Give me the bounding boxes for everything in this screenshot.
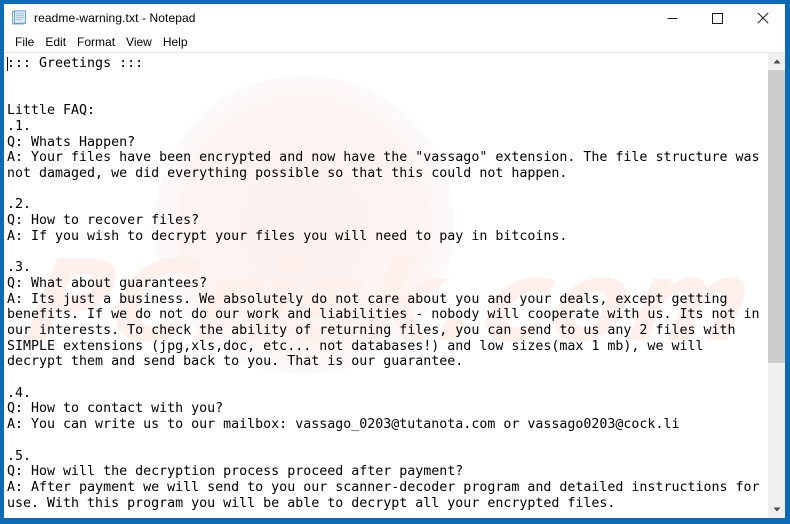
scroll-up-arrow-icon[interactable] bbox=[768, 53, 785, 70]
maximize-button[interactable] bbox=[695, 4, 740, 32]
menu-item-file[interactable]: File bbox=[10, 33, 40, 51]
vertical-scrollbar[interactable] bbox=[767, 53, 785, 518]
menu-item-format[interactable]: Format bbox=[72, 33, 121, 51]
minimize-button[interactable] bbox=[650, 4, 695, 32]
window-controls bbox=[650, 4, 785, 32]
ransom-note-text[interactable]: ::: Greetings ::: Little FAQ: .1. Q: Wha… bbox=[4, 53, 767, 511]
title-bar: readme-warning.txt - Notepad bbox=[4, 4, 785, 32]
notepad-document-icon bbox=[11, 10, 27, 26]
text-editor-pane[interactable]: PCrisk.com ::: Greetings ::: Little FAQ:… bbox=[4, 53, 767, 518]
editor-area: PCrisk.com ::: Greetings ::: Little FAQ:… bbox=[4, 52, 785, 518]
menu-item-edit[interactable]: Edit bbox=[40, 33, 72, 51]
notepad-window: readme-warning.txt - Notepad File Edit F… bbox=[0, 0, 790, 524]
menu-bar: File Edit Format View Help bbox=[4, 32, 785, 52]
menu-item-help[interactable]: Help bbox=[158, 33, 194, 51]
menu-item-view[interactable]: View bbox=[121, 33, 158, 51]
scrollbar-track[interactable] bbox=[768, 70, 785, 501]
close-button[interactable] bbox=[740, 4, 785, 32]
scroll-down-arrow-icon[interactable] bbox=[768, 501, 785, 518]
scrollbar-thumb[interactable] bbox=[768, 70, 785, 363]
title-bar-left: readme-warning.txt - Notepad bbox=[4, 10, 650, 26]
window-title: readme-warning.txt - Notepad bbox=[34, 11, 196, 25]
